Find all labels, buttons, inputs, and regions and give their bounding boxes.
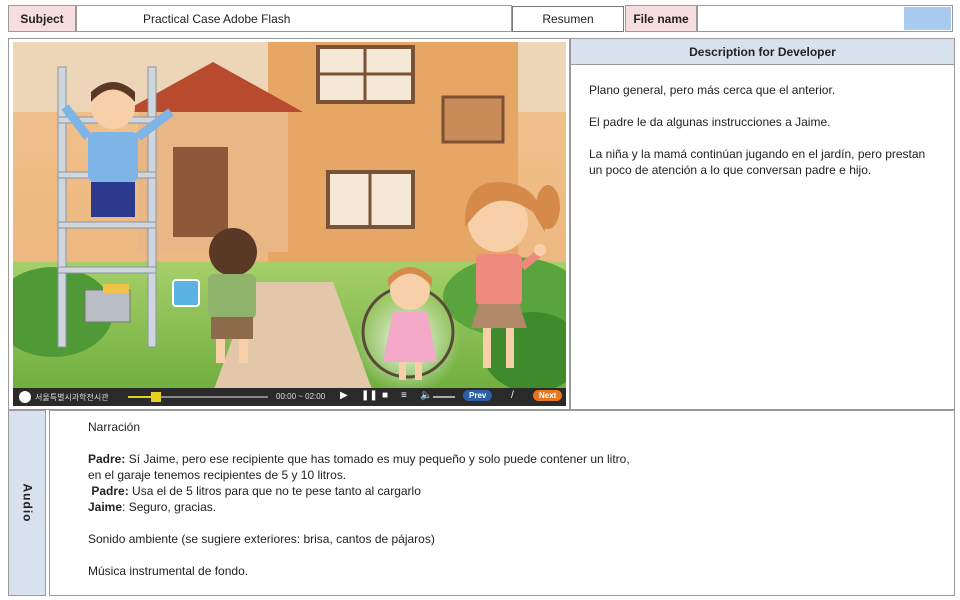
menu-icon[interactable]: ≡ (401, 390, 407, 401)
description-paragraph: La niña y la mamá continúan jugando en e… (589, 147, 926, 177)
dialogue-line: Padre: Sí Jaime, pero ese recipiente que… (88, 451, 728, 467)
nav-separator: / (511, 390, 514, 401)
prev-button[interactable]: Prev (463, 390, 493, 401)
audio-script: Narración Padre: Sí Jaime, pero ese reci… (88, 419, 728, 579)
scene-panel: 서울특별시과학전시관 00:00 ~ 02:00 ▶ ❚❚ ■ ≡ 🔈 Prev… (8, 38, 570, 410)
dialogue-text: Sí Jaime, pero ese recipiente que has to… (125, 452, 630, 466)
speaker-name: Padre: (91, 484, 129, 498)
dialogue-line: Jaime: Seguro, gracias. (88, 499, 728, 515)
description-body: Plano general, pero más cerca que el ant… (571, 65, 954, 178)
speaker-name: Jaime (88, 500, 123, 514)
scene-illustration (13, 42, 566, 388)
play-icon[interactable]: ▶ (340, 390, 348, 401)
progress-handle[interactable] (151, 392, 161, 402)
next-button[interactable]: Next (533, 390, 563, 401)
audio-tab-label: Audio (20, 483, 34, 523)
stop-icon[interactable]: ■ (382, 390, 388, 401)
ambient-sound-note: Sonido ambiente (se sugiere exteriores: … (88, 532, 435, 546)
filename-label: File name (625, 5, 697, 32)
description-title: Description for Developer (571, 39, 954, 65)
logo-icon (19, 391, 31, 403)
volume-slider[interactable] (433, 396, 455, 398)
narration-heading: Narración (88, 420, 141, 434)
speaker-name: Padre: (88, 452, 126, 466)
music-note: Música instrumental de fondo. (88, 564, 249, 578)
dialogue-line: Padre: Usa el de 5 litros para que no te… (88, 483, 728, 499)
dialogue-line-continued: en el garaje tenemos recipientes de 5 y … (88, 468, 347, 482)
player-time: 00:00 ~ 02:00 (276, 392, 326, 401)
pause-icon[interactable]: ❚❚ (361, 390, 378, 401)
description-paragraph: El padre le da algunas instrucciones a J… (589, 115, 831, 129)
dialogue-text: : Seguro, gracias. (122, 500, 217, 514)
player-brand: 서울특별시과학전시관 (35, 393, 109, 402)
description-panel: Description for Developer Plano general,… (570, 38, 955, 410)
audio-tab: Audio (8, 410, 46, 596)
subject-label: Subject (8, 5, 76, 32)
dialogue-text: Usa el de 5 litros para que no te pese t… (128, 484, 421, 498)
resumen-button[interactable]: Resumen (512, 6, 624, 32)
media-player-bar: 서울특별시과학전시관 00:00 ~ 02:00 ▶ ❚❚ ■ ≡ 🔈 Prev… (13, 388, 566, 406)
audio-panel: Narración Padre: Sí Jaime, pero ese reci… (49, 410, 955, 596)
color-swatch (904, 7, 951, 30)
description-paragraph: Plano general, pero más cerca que el ant… (589, 83, 836, 97)
volume-icon[interactable]: 🔈 (420, 390, 432, 401)
subject-value: Practical Case Adobe Flash (143, 12, 291, 26)
garden-scene-image (13, 42, 566, 388)
subject-field[interactable]: Practical Case Adobe Flash (76, 5, 512, 32)
